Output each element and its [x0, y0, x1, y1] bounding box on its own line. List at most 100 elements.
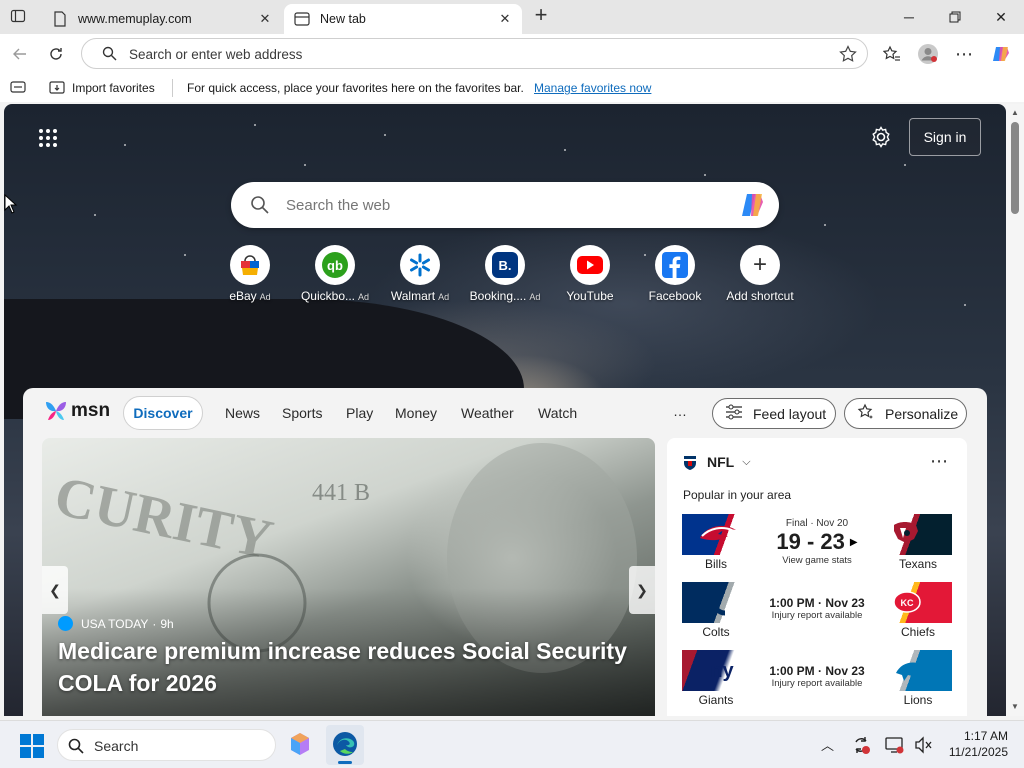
shortcut-label: Quickbo... [300, 289, 355, 303]
away-team: Lions [903, 693, 933, 707]
tab-discover[interactable]: Discover [123, 396, 203, 430]
home-team: Bills [704, 557, 727, 571]
windows-start-icon[interactable] [20, 734, 44, 763]
quickbooks-icon: qb [315, 245, 355, 285]
shortcut-walmart[interactable]: Walmart Ad [378, 245, 462, 303]
page-scrollbar[interactable]: ▲ ▼ [1006, 104, 1024, 716]
close-tab-icon[interactable]: ✕ [256, 10, 274, 28]
copilot-search-icon[interactable] [739, 192, 767, 223]
profile-avatar-icon[interactable] [914, 40, 942, 68]
game-status: 1:00 PM · Nov 23 [769, 664, 865, 678]
game-row[interactable]: Colts 1:00 PM · Nov 23 Injury report ava… [682, 582, 952, 642]
feed-layout-label: Feed layout [753, 405, 827, 422]
tab-actions-icon[interactable] [10, 8, 30, 26]
sync-status-icon[interactable] [851, 735, 871, 760]
shortcut-label: YouTube [566, 289, 614, 303]
copilot-app-icon[interactable] [287, 731, 313, 762]
shortcut-youtube[interactable]: YouTube [548, 245, 632, 303]
tab-new-tab[interactable]: New tab ✕ [284, 4, 522, 34]
minimize-icon[interactable]: ─ [886, 0, 932, 34]
tab-weather[interactable]: Weather [461, 405, 514, 421]
game-status: Final · Nov 20 [785, 518, 849, 529]
tab-money[interactable]: Money [395, 405, 437, 421]
clock[interactable]: 1:17 AM 11/21/2025 [938, 728, 1008, 760]
game-status: 1:00 PM · Nov 23 [769, 596, 865, 610]
close-tab-icon[interactable]: ✕ [496, 10, 514, 28]
nfl-header[interactable]: NFL ⌵ [683, 454, 751, 470]
show-hidden-icons-chevron-icon[interactable]: ︿ [821, 735, 834, 754]
copilot-icon[interactable] [987, 40, 1015, 68]
more-options-icon[interactable]: ⋯ [950, 40, 978, 68]
new-tab-plus-icon[interactable]: + [530, 4, 552, 28]
tab-strip: www.memuplay.com ✕ New tab ✕ + ─ ✕ [0, 0, 1024, 34]
away-team: Chiefs [900, 625, 935, 639]
import-favorites-link[interactable]: Import favorites [72, 81, 155, 95]
nfl-scores-card: NFL ⌵ ⋯ Popular in your area Bills Final… [667, 438, 967, 716]
youtube-icon [570, 245, 610, 285]
edge-app-icon[interactable] [326, 725, 364, 765]
scroll-up-arrow-icon[interactable]: ▲ [1011, 108, 1019, 117]
sliders-icon [725, 404, 743, 423]
chiefs-logo-icon: KC [882, 582, 952, 623]
shortcut-label: Facebook [648, 289, 702, 303]
mouse-cursor-icon [4, 193, 18, 219]
settings-gear-icon[interactable] [870, 126, 892, 153]
add-shortcut-button[interactable]: + Add shortcut [718, 245, 802, 303]
tab-play[interactable]: Play [346, 405, 373, 421]
shortcut-booking[interactable]: B. Booking.... Ad [463, 245, 547, 303]
tab-news[interactable]: News [225, 405, 260, 421]
import-favorites-icon[interactable] [49, 80, 65, 98]
story-headline[interactable]: Medicare premium increase reduces Social… [58, 635, 638, 699]
favorites-bar: Import favorites For quick access, place… [0, 74, 1024, 102]
facebook-icon [655, 245, 695, 285]
sidebar-toggle-icon[interactable] [10, 81, 26, 96]
shortcut-ebay[interactable]: eBay Ad [208, 245, 292, 303]
carousel-next-icon[interactable]: ❯ [629, 566, 655, 614]
plus-icon: + [740, 245, 780, 285]
restore-icon[interactable] [932, 0, 978, 34]
clock-date: 11/21/2025 [948, 745, 1008, 759]
web-search-box[interactable]: Search the web [231, 182, 779, 228]
game-row[interactable]: ny Giants 1:00 PM · Nov 23 Injury report… [682, 650, 952, 710]
personalize-button[interactable]: Personalize [844, 398, 967, 429]
refresh-icon[interactable] [42, 40, 70, 68]
tab-title: New tab [320, 12, 366, 26]
manage-favorites-link[interactable]: Manage favorites now [534, 81, 651, 95]
ad-label: Ad [259, 292, 271, 302]
sign-in-button[interactable]: Sign in [909, 118, 981, 156]
shortcut-quickbooks[interactable]: qb Quickbo... Ad [293, 245, 377, 303]
tab-memuplay[interactable]: www.memuplay.com ✕ [42, 4, 282, 34]
feed-layout-button[interactable]: Feed layout [712, 398, 836, 429]
favorites-bar-message: For quick access, place your favorites h… [187, 81, 524, 95]
favorites-icon[interactable] [878, 40, 906, 68]
msn-logo[interactable]: msn [43, 398, 110, 424]
chevron-down-icon: ⌵ [742, 455, 751, 468]
display-icon[interactable] [884, 735, 904, 760]
more-tabs-button[interactable]: … [673, 403, 687, 419]
carousel-prev-icon[interactable]: ❮ [42, 566, 68, 614]
address-bar[interactable]: Search or enter web address [81, 38, 868, 69]
giants-logo-icon: ny [682, 650, 752, 691]
nfl-more-icon[interactable]: ⋯ [930, 451, 948, 472]
scrollbar-thumb[interactable] [1011, 122, 1019, 214]
apps-grid-icon[interactable] [38, 128, 58, 153]
taskbar-search-box[interactable]: Search [57, 729, 276, 761]
tab-watch[interactable]: Watch [538, 405, 577, 421]
back-arrow-icon[interactable] [6, 40, 34, 68]
msn-feed: msn Discover News Sports Play Money Weat… [23, 388, 987, 716]
tab-sports[interactable]: Sports [282, 405, 322, 421]
shortcut-label: Booking.... [469, 289, 527, 303]
story-source[interactable]: USA TODAY · 9h [58, 616, 174, 631]
play-triangle-icon: ▶ [849, 536, 858, 548]
scroll-down-arrow-icon[interactable]: ▼ [1011, 702, 1019, 711]
hero-story-card[interactable]: CURITY 441 B ❮ ❯ USA TODAY · 9h Medicare… [42, 438, 655, 716]
game-row[interactable]: Bills Final · Nov 20 19 - 23 ▶ View game… [682, 514, 952, 574]
away-team: Texans [898, 557, 938, 571]
taskbar: Search ︿ 1:17 AM 11/21/2025 [0, 720, 1024, 768]
ad-label: Ad [438, 292, 450, 302]
svg-text:KC: KC [901, 598, 914, 608]
shortcut-facebook[interactable]: Facebook [633, 245, 717, 303]
volume-muted-icon[interactable] [913, 735, 933, 760]
add-favorite-star-icon[interactable] [839, 45, 857, 68]
close-window-icon[interactable]: ✕ [978, 0, 1024, 34]
